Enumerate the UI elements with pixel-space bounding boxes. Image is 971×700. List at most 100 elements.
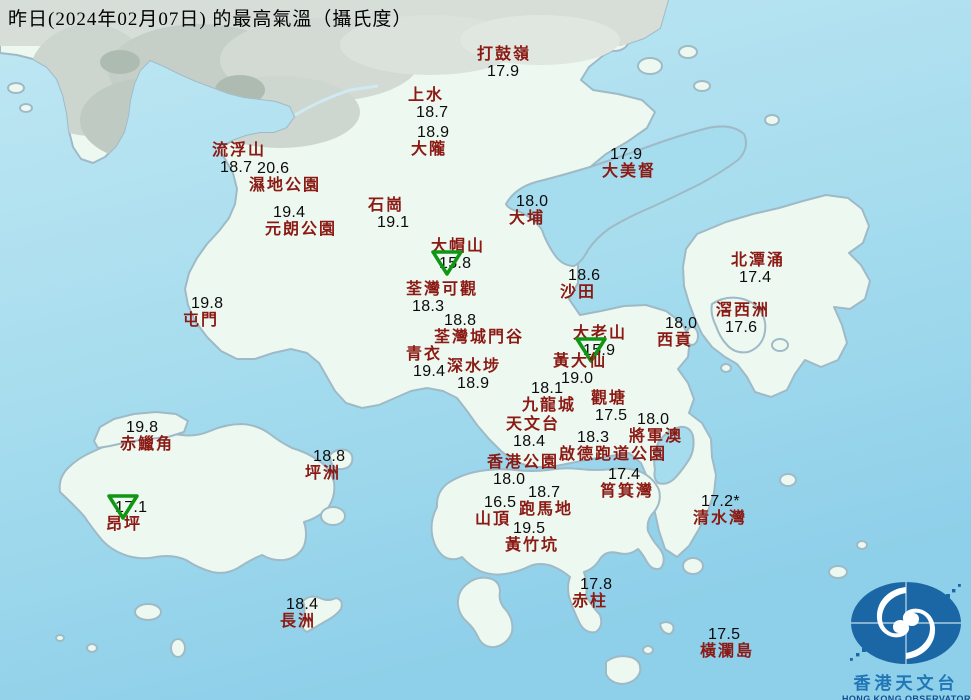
station-沙田: 18.6 沙田: [560, 267, 601, 301]
station-屯門: 19.8 屯門: [183, 295, 224, 329]
station-跑馬地: 18.7 跑馬地: [519, 484, 573, 518]
station-name: 荃灣城門谷: [434, 329, 525, 346]
station-temperature: 17.9: [487, 63, 520, 80]
station-name: 元朗公園: [265, 221, 338, 238]
station-西貢: 18.0 西貢: [657, 315, 698, 349]
station-temperature: 18.7: [528, 484, 561, 501]
station-九龍城: 18.1 九龍城: [522, 380, 576, 414]
station-上水: 上水 18.7: [408, 87, 448, 121]
station-temperature: 18.9: [417, 124, 450, 141]
map-title: 昨日(2024年02月07日) 的最高氣溫（攝氏度）: [8, 9, 413, 30]
station-name: 香港公園: [487, 454, 560, 471]
station-name: 長洲: [280, 613, 317, 630]
station-香港公園: 香港公園 18.0: [487, 454, 559, 488]
station-temperature: 19.8: [191, 295, 224, 312]
station-name: 坪洲: [305, 465, 342, 482]
station-temperature: 19.8: [126, 419, 159, 436]
station-筲箕灣: 17.4 筲箕灣: [600, 466, 654, 500]
station-打鼓嶺: 打鼓嶺 17.9: [477, 46, 531, 80]
station-橫瀾島: 17.5 橫瀾島: [700, 626, 754, 660]
station-name: 天文台: [506, 416, 561, 433]
station-temperature: 18.0: [516, 193, 549, 210]
station-name: 大老山: [573, 325, 628, 342]
station-temperature: 19.1: [377, 214, 410, 231]
station-temperature: 18.3: [577, 429, 610, 446]
station-name: 深水埗: [447, 358, 502, 375]
station-坪洲: 18.8 坪洲: [305, 448, 346, 482]
station-name: 黃大仙: [553, 353, 608, 370]
station-大帽山: 大帽山 15.8: [431, 238, 486, 276]
station-temperature: 18.8: [444, 312, 477, 329]
station-name: 大埔: [509, 210, 546, 227]
station-name: 觀塘: [591, 390, 628, 407]
temperature-map: 昨日(2024年02月07日) 的最高氣溫（攝氏度） 打鼓嶺 17.9 上水 18.7…: [0, 0, 971, 700]
station-赤柱: 17.8 赤柱: [572, 576, 612, 610]
station-觀塘: 觀塘 17.5: [591, 390, 627, 424]
hong-kong-basemap: [0, 0, 971, 700]
station-長洲: 18.4 長洲: [280, 596, 319, 630]
station-temperature: 19.4: [273, 204, 306, 221]
station-temperature: 18.1: [531, 380, 564, 397]
station-name: 北潭涌: [731, 252, 786, 269]
station-temperature: 15.8: [431, 250, 485, 276]
station-黃竹坑: 19.5 黃竹坑: [505, 520, 559, 554]
station-temperature: 17.9: [610, 146, 643, 163]
station-滘西洲: 滘西洲 17.6: [716, 302, 770, 336]
station-temperature: 17.5: [595, 407, 628, 424]
station-大美督: 17.9 大美督: [602, 146, 656, 180]
station-name: 昂坪: [106, 516, 143, 533]
station-name: 石崗: [368, 197, 405, 214]
station-昂坪: 17.1 昂坪: [106, 494, 147, 533]
station-name: 跑馬地: [519, 501, 574, 518]
station-name: 屯門: [183, 312, 220, 329]
hko-logo-icon: [850, 582, 961, 664]
station-name: 黃竹坑: [505, 537, 560, 554]
station-temperature: 17.5: [708, 626, 741, 643]
land-hei-ling-chau: [320, 506, 346, 526]
station-name: 九龍城: [522, 397, 577, 414]
station-深水埗: 深水埗 18.9: [447, 358, 501, 392]
station-name: 赤柱: [572, 593, 609, 610]
station-天文台: 天文台 18.4: [506, 416, 560, 450]
station-temperature: 18.0: [665, 315, 698, 332]
station-temperature: 17.2*: [701, 493, 740, 510]
station-temperature: 17.4: [739, 269, 772, 286]
station-北潭涌: 北潭涌 17.4: [731, 252, 785, 286]
station-name: 流浮山: [212, 142, 267, 159]
station-荃灣可觀: 荃灣可觀 18.3: [406, 281, 478, 315]
station-name: 大隴: [411, 141, 448, 158]
station-name: 大美督: [602, 163, 657, 180]
station-赤鱲角: 19.8 赤鱲角: [120, 419, 174, 453]
station-name: 滘西洲: [716, 302, 771, 319]
station-石崗: 石崗 19.1: [368, 197, 409, 231]
station-temperature: 17.1: [107, 494, 147, 520]
station-temperature: 18.6: [568, 267, 601, 284]
station-name: 濕地公園: [249, 177, 322, 194]
station-temperature: 16.5: [484, 494, 517, 511]
station-清水灣: 17.2* 清水灣: [693, 493, 747, 527]
station-temperature: 19.5: [513, 520, 546, 537]
hko-logo-name-cn: 香港天文台: [853, 674, 959, 693]
station-temperature: 18.8: [313, 448, 346, 465]
station-大隴: 18.9 大隴: [411, 124, 450, 158]
station-temperature: 19.4: [413, 363, 446, 380]
station-濕地公園: 20.6 濕地公園: [249, 160, 321, 194]
station-temperature: 17.4: [608, 466, 641, 483]
station-temperature: 18.7: [416, 104, 449, 121]
station-temperature: 18.9: [457, 375, 490, 392]
station-temperature: 18.0: [637, 411, 670, 428]
station-temperature: 18.4: [286, 596, 319, 613]
station-name: 赤鱲角: [120, 436, 175, 453]
station-青衣: 青衣 19.4: [406, 346, 445, 380]
hko-logo: 香港天文台 HONG KONG OBSERVATORY: [842, 580, 971, 700]
station-name: 山頂: [475, 511, 512, 528]
station-name: 清水灣: [693, 510, 748, 527]
station-name: 大帽山: [431, 238, 486, 255]
station-name: 啟德跑道公園: [559, 446, 668, 463]
station-temperature: 20.6: [257, 160, 290, 177]
station-name: 荃灣可觀: [406, 281, 479, 298]
station-temperature: 18.4: [513, 433, 546, 450]
station-name: 打鼓嶺: [477, 46, 532, 63]
station-山頂: 16.5 山頂: [475, 494, 517, 528]
land-po-toi: [605, 655, 642, 685]
